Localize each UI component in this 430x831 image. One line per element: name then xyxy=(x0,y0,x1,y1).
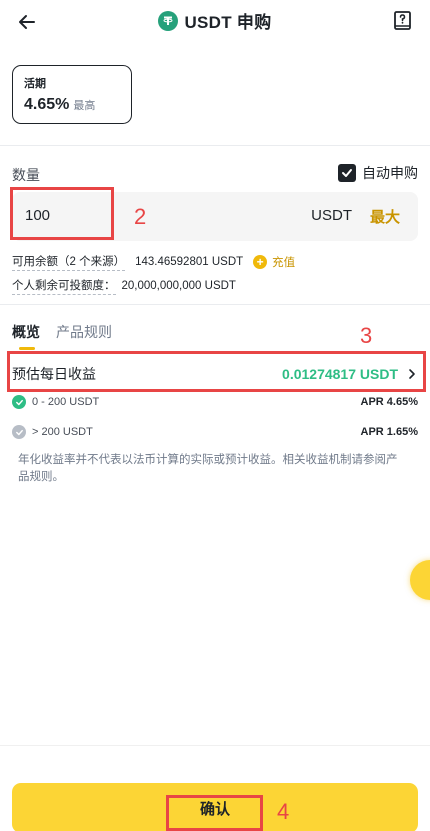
plus-icon[interactable]: + xyxy=(253,255,268,269)
apr-disclaimer: 年化收益率并不代表以法币计算的实际或预计收益。相关收益机制请参阅产品规则。 xyxy=(18,454,398,483)
amount-value[interactable]: 100 xyxy=(25,207,50,224)
quota-value: 20,000,000,000 USDT xyxy=(121,280,236,292)
auto-subscribe-checkbox[interactable] xyxy=(338,164,356,182)
term-rate: 4.65% 最高 xyxy=(24,96,131,114)
max-button[interactable]: 最大 xyxy=(370,206,400,227)
top-bar: USDT 申购 xyxy=(0,0,430,44)
auto-subscribe-toggle[interactable]: 自动申购 xyxy=(338,163,418,183)
page-title: USDT 申购 xyxy=(0,8,430,33)
tier-range: > 200 USDT xyxy=(32,426,93,438)
available-balance-label[interactable]: 可用余额（2 个来源） xyxy=(12,253,126,271)
tab-bar: 概览 产品规则 xyxy=(12,322,112,350)
confirm-label: 确认 xyxy=(199,800,230,818)
term-label: 活期 xyxy=(24,78,46,90)
rate-value: 4.65% xyxy=(24,96,70,113)
section-divider xyxy=(0,304,430,305)
estimated-daily-earnings-label: 预估每日收益 xyxy=(12,366,96,382)
check-icon xyxy=(342,169,352,177)
apr-tier-row: > 200 USDT APR 1.65% xyxy=(12,423,418,441)
tab-overview[interactable]: 概览 xyxy=(12,322,40,350)
apr-tier-row: 0 - 200 USDT APR 4.65% xyxy=(12,393,418,411)
tier-apr: APR 1.65% xyxy=(360,426,418,438)
check-circle-icon xyxy=(12,395,26,409)
quota-label[interactable]: 个人剩余可投额度： xyxy=(12,277,116,295)
amount-unit: USDT xyxy=(311,207,352,224)
chevron-right-icon xyxy=(409,369,415,379)
usdt-logo-icon xyxy=(158,10,179,31)
tier-apr: APR 4.65% xyxy=(360,396,418,408)
section-divider xyxy=(0,145,430,146)
amount-input[interactable]: 100 USDT 最大 xyxy=(12,192,418,241)
term-card-flexible[interactable]: 活期 4.65% 最高 xyxy=(12,65,132,124)
floating-assistant-button[interactable] xyxy=(410,560,430,600)
quantity-label: 数量 xyxy=(12,167,40,183)
tier-range: 0 - 200 USDT xyxy=(32,396,100,408)
check-circle-icon xyxy=(12,425,26,439)
annotation-number: 3 xyxy=(360,323,373,348)
guide-button[interactable] xyxy=(392,10,414,32)
confirm-button[interactable]: 确认 xyxy=(12,783,418,831)
estimated-daily-earnings-row[interactable]: 预估每日收益 0.01274817 USDT xyxy=(12,360,418,388)
title-text: USDT 申购 xyxy=(184,13,272,32)
available-balance-value: 143.46592801 USDT xyxy=(135,256,244,268)
annotation-number: 4 xyxy=(277,799,290,824)
tab-product-rules[interactable]: 产品规则 xyxy=(56,322,112,348)
available-balance-row: 可用余额（2 个来源） 143.46592801 USDT + 充值 xyxy=(12,253,295,271)
auto-subscribe-label: 自动申购 xyxy=(362,165,418,181)
rate-suffix: 最高 xyxy=(73,100,96,112)
estimated-daily-earnings-value: 0.01274817 USDT xyxy=(282,366,398,382)
annotation-number: 2 xyxy=(134,204,147,229)
quota-row: 个人剩余可投额度： 20,000,000,000 USDT xyxy=(12,277,236,295)
recharge-link[interactable]: 充值 xyxy=(272,254,295,270)
help-book-icon xyxy=(394,11,411,30)
